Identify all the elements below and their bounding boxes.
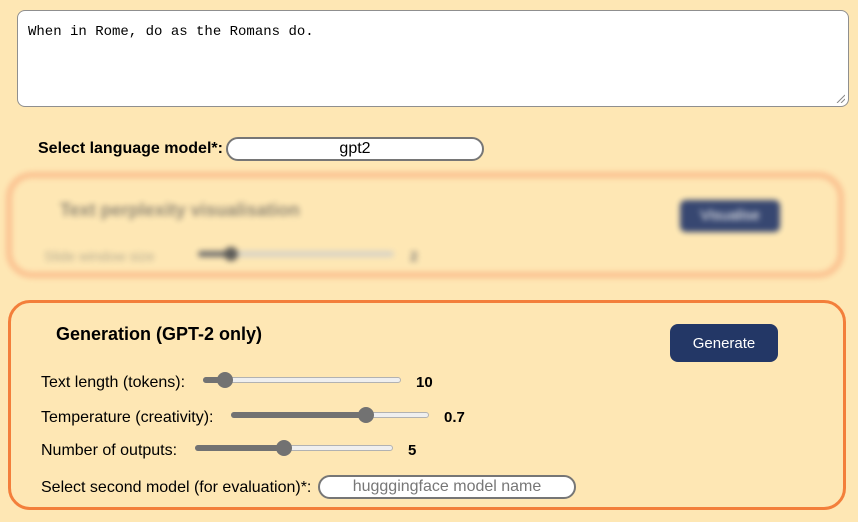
resize-grip-icon[interactable] [835, 93, 845, 103]
prompt-textarea[interactable]: When in Rome, do as the Romans do. [17, 10, 849, 107]
num-outputs-value: 5 [408, 442, 417, 459]
num-outputs-label: Number of outputs: [41, 442, 178, 459]
prompt-text: When in Rome, do as the Romans do. [28, 24, 314, 40]
visualise-button[interactable]: Visualise [680, 200, 780, 232]
temperature-slider[interactable] [231, 407, 429, 423]
temperature-value: 0.7 [444, 409, 465, 426]
second-model-input[interactable]: hugggingface model name [318, 475, 576, 499]
generate-button[interactable]: Generate [670, 324, 778, 362]
generation-panel: Generation (GPT-2 only) Generate Text le… [8, 300, 846, 510]
num-outputs-slider[interactable] [195, 440, 393, 456]
text-length-label: Text length (tokens): [41, 374, 186, 391]
second-model-label: Select second model (for evaluation)*: [41, 479, 312, 496]
num-outputs-slider-thumb[interactable] [276, 440, 293, 456]
perplexity-title: Text perplexity visualisation [60, 200, 300, 220]
language-model-label: Select language model*: [38, 140, 223, 157]
temperature-label: Temperature (creativity): [41, 409, 214, 426]
perplexity-panel: Text perplexity visualisation Visualise … [6, 172, 844, 278]
language-model-input[interactable]: gpt2 [226, 137, 484, 161]
generation-title: Generation (GPT-2 only) [56, 324, 263, 344]
page: When in Rome, do as the Romans do. Selec… [0, 0, 858, 522]
text-length-slider-thumb[interactable] [216, 372, 233, 388]
window-size-slider[interactable] [198, 247, 394, 261]
temperature-slider-thumb[interactable] [357, 407, 374, 423]
window-size-value: 2 [410, 248, 418, 264]
text-length-slider[interactable] [203, 372, 401, 388]
text-length-value: 10 [416, 374, 433, 391]
window-size-label: Slide window size [44, 248, 155, 264]
